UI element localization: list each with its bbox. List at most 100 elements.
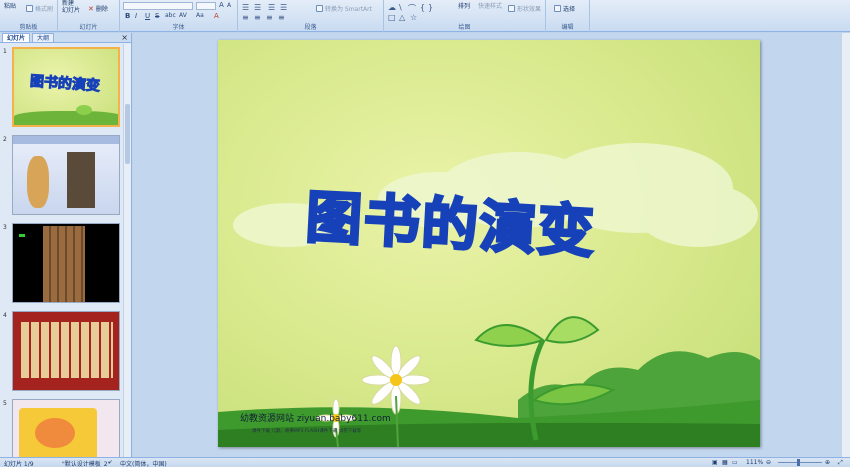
zoom-slider-thumb[interactable] bbox=[797, 459, 800, 466]
normal-view-icon[interactable]: ▣ bbox=[712, 459, 718, 466]
tab-outline[interactable]: 大纲 bbox=[32, 33, 55, 42]
slide-number: 5 bbox=[3, 400, 7, 407]
editing-group-label: 编辑 bbox=[561, 24, 574, 31]
thumbnail-leaf bbox=[76, 105, 92, 115]
panel-scrollbar[interactable] bbox=[123, 44, 131, 457]
leaf-left bbox=[474, 324, 546, 347]
shape-cloud-icon[interactable]: ☁ bbox=[388, 3, 396, 12]
strikethrough-button[interactable]: S bbox=[155, 12, 159, 20]
brush-icon bbox=[26, 5, 33, 12]
new-slide-button[interactable]: 新建 幻灯片 bbox=[62, 0, 80, 14]
theme-name[interactable]: "默认设计模板_2" bbox=[62, 459, 110, 467]
thumbnail-title: 图书的演变 bbox=[29, 73, 101, 95]
zoom-level[interactable]: 111% bbox=[746, 459, 763, 466]
select-icon bbox=[554, 5, 561, 12]
zoom-slider[interactable] bbox=[778, 462, 822, 463]
shape-brace-icon[interactable]: { bbox=[420, 3, 425, 12]
thumbnail-bone-image bbox=[67, 152, 95, 208]
select-label: 选择 bbox=[563, 6, 576, 13]
align-center-icon[interactable]: ≡ bbox=[254, 13, 261, 22]
slide-editor: 图书的演变 幼教资源网站 ziyuan.baby611.com 课件下载 儿歌、… bbox=[133, 33, 850, 457]
editor-scrollbar[interactable] bbox=[841, 33, 850, 457]
change-case-button[interactable]: Aa bbox=[196, 12, 204, 19]
slideshow-view-icon[interactable]: ▭ bbox=[732, 459, 738, 466]
arrange-button[interactable]: 排列 bbox=[458, 1, 470, 10]
slide-thumbnail-5[interactable] bbox=[12, 399, 120, 457]
bullets-icon[interactable]: ☰ bbox=[242, 3, 249, 12]
slide-thumbnail-4[interactable] bbox=[12, 311, 120, 391]
convert-smartart-button[interactable]: 转换为 SmartArt bbox=[316, 4, 372, 13]
delete-slide-button[interactable]: ✕ 删除 bbox=[88, 4, 108, 14]
format-painter-button[interactable]: 格式刷 bbox=[26, 4, 53, 13]
slide-thumbnail-3[interactable] bbox=[12, 223, 120, 303]
text-shadow-button[interactable]: abc bbox=[165, 12, 176, 19]
thumbnail-marker bbox=[19, 234, 25, 237]
fit-window-icon[interactable]: ⤢ bbox=[838, 459, 843, 467]
thumbnail-shell-image bbox=[27, 156, 49, 208]
shape-rect-icon[interactable]: □ bbox=[388, 13, 396, 22]
delete-label: 删除 bbox=[95, 6, 108, 13]
thumbnail-bamboo-image bbox=[43, 226, 85, 302]
footer-site-text: 幼教资源网站 ziyuan.baby611.com bbox=[240, 414, 391, 424]
paste-button[interactable]: 粘贴 bbox=[4, 1, 16, 10]
font-color-button[interactable]: A bbox=[214, 12, 219, 20]
justify-icon[interactable]: ≡ bbox=[278, 13, 285, 22]
status-bar: 幻灯片 1/9 "默认设计模板_2" ✓ 中文(简体，中国) ▣ ▦ ▭ 111… bbox=[0, 457, 850, 467]
thumbnail-grass bbox=[14, 111, 118, 125]
char-spacing-button[interactable]: AV bbox=[179, 12, 187, 19]
panel-tabs: 幻灯片 大纲 × bbox=[0, 33, 131, 43]
numbering-icon[interactable]: ☰ bbox=[254, 3, 261, 12]
shape-brace-close-icon[interactable]: } bbox=[428, 3, 433, 12]
language-indicator[interactable]: 中文(简体，中国) bbox=[120, 459, 167, 467]
font-shrink-button[interactable]: A bbox=[227, 2, 231, 9]
align-left-icon[interactable]: ≡ bbox=[242, 13, 249, 22]
indent-icon[interactable]: ☰ bbox=[268, 3, 275, 12]
shape-effects-button[interactable]: 形状效果 bbox=[508, 4, 541, 13]
font-size-box[interactable] bbox=[196, 2, 216, 10]
select-button[interactable]: 选择 bbox=[554, 4, 575, 13]
sorter-view-icon[interactable]: ▦ bbox=[722, 459, 728, 466]
ribbon: 粘贴 格式刷 剪贴板 新建 幻灯片 ✕ 删除 幻灯片 A A B I U S a… bbox=[0, 0, 850, 32]
shape-triangle-icon[interactable]: △ bbox=[399, 13, 405, 22]
font-name-box[interactable] bbox=[123, 2, 193, 10]
thumbnail-banner bbox=[13, 136, 119, 144]
quick-styles-button[interactable]: 快速样式 bbox=[478, 1, 502, 10]
bold-button[interactable]: B bbox=[125, 12, 130, 20]
slide-count: 幻灯片 1/9 bbox=[4, 461, 34, 467]
paragraph-group-label: 段落 bbox=[304, 24, 317, 31]
panel-scroll-thumb[interactable] bbox=[125, 104, 130, 164]
shape-effects-icon bbox=[508, 5, 515, 12]
align-right-icon[interactable]: ≡ bbox=[266, 13, 273, 22]
italic-button[interactable]: I bbox=[135, 12, 137, 20]
slide-number: 4 bbox=[3, 312, 7, 319]
slide-title[interactable]: 图书的演变 bbox=[303, 172, 599, 268]
zoom-in-icon[interactable]: ⊕ bbox=[825, 459, 830, 466]
slide-thumbnail-1[interactable]: 图书的演变 bbox=[12, 47, 120, 127]
smartart-icon bbox=[316, 5, 323, 12]
clipboard-group-label: 剪贴板 bbox=[19, 24, 38, 31]
close-icon[interactable]: × bbox=[121, 33, 128, 43]
underline-button[interactable]: U bbox=[145, 12, 150, 20]
slides-panel: 幻灯片 大纲 × 1 图书的演变 2 3 4 5 bbox=[0, 33, 132, 457]
footer-subtitle-text: 课件下载 儿歌、故事MP3 FLASH课件下载 试卷下载等 bbox=[252, 429, 362, 434]
font-grow-button[interactable]: A bbox=[219, 1, 224, 9]
outdent-icon[interactable]: ☰ bbox=[280, 3, 287, 12]
slide-number: 2 bbox=[3, 136, 7, 143]
shape-star-icon[interactable]: ☆ bbox=[410, 13, 417, 22]
drawing-group-label: 绘图 bbox=[458, 24, 471, 31]
clipboard-group: 粘贴 格式刷 剪贴板 bbox=[0, 0, 58, 32]
tab-slides[interactable]: 幻灯片 bbox=[2, 33, 31, 42]
shape-line-icon[interactable]: \ bbox=[399, 3, 402, 12]
current-slide[interactable]: 图书的演变 幼教资源网站 ziyuan.baby611.com 课件下载 儿歌、… bbox=[218, 40, 760, 447]
format-painter-label: 格式刷 bbox=[35, 6, 54, 13]
zoom-out-icon[interactable]: ⊖ bbox=[766, 459, 771, 466]
drawing-group: ☁ \ ⌒ { } □ △ ☆ 排列 快速样式 形状效果 绘图 bbox=[384, 0, 546, 32]
spell-check-icon[interactable]: ✓ bbox=[108, 459, 113, 466]
font-group: A A B I U S abc AV Aa A 字体 bbox=[120, 0, 238, 32]
slide-thumbnail-2[interactable] bbox=[12, 135, 120, 215]
thumbnail-bear-image bbox=[35, 418, 75, 448]
quick-styles-label: 快速样式 bbox=[478, 3, 503, 10]
new-slide-label: 新建 幻灯片 bbox=[62, 0, 81, 14]
slide-number: 3 bbox=[3, 224, 7, 231]
slide-number: 1 bbox=[3, 48, 7, 55]
